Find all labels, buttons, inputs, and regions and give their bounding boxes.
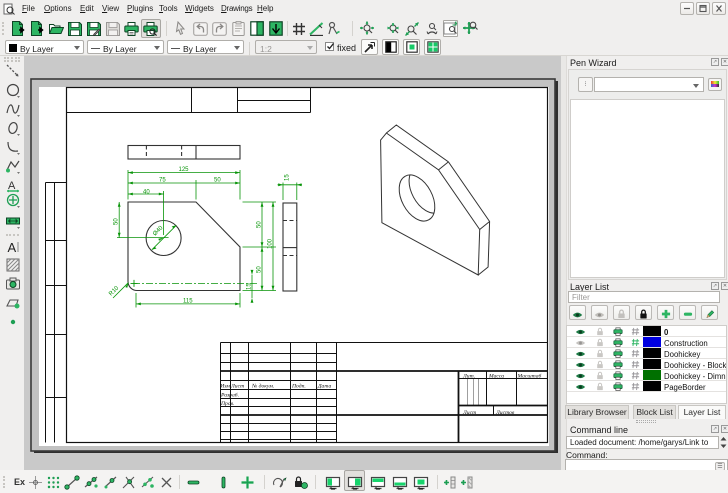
svg-text:100: 100 [268, 238, 274, 249]
svg-text:Подп.: Подп. [291, 383, 306, 390]
svg-text:Пров.: Пров. [220, 401, 234, 407]
svg-text:Разраб.: Разраб. [220, 392, 239, 399]
svg-text:50: 50 [114, 218, 120, 225]
svg-text:Лист: Лист [462, 410, 476, 416]
svg-text:15: 15 [285, 174, 291, 181]
svg-text:115: 115 [183, 299, 193, 305]
svg-text:Изм: Изм [219, 384, 230, 390]
svg-text:Дата: Дата [317, 384, 331, 390]
svg-text:75: 75 [159, 178, 166, 184]
svg-text:Масса: Масса [488, 374, 504, 380]
svg-text:50: 50 [214, 178, 221, 184]
svg-text:A: A [8, 180, 16, 192]
svg-text:Масштаб: Масштаб [517, 373, 542, 380]
svg-text:125: 125 [179, 167, 190, 173]
svg-text:A: A [8, 240, 17, 255]
svg-text:Листов: Листов [495, 410, 515, 416]
svg-text:40: 40 [143, 190, 150, 196]
svg-text:Лит.: Лит. [462, 374, 475, 380]
svg-text:№ докум.: № докум. [251, 383, 274, 390]
svg-text:50: 50 [257, 221, 263, 228]
svg-text:Лист: Лист [230, 384, 244, 390]
svg-text:15: 15 [247, 283, 253, 290]
svg-text:50: 50 [257, 266, 263, 273]
